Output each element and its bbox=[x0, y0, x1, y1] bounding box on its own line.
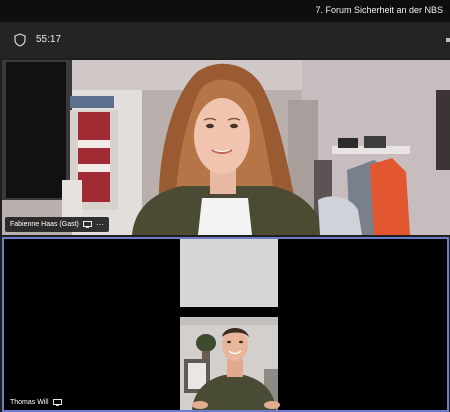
meeting-title: 7. Forum Sicherheit an der NBS bbox=[315, 5, 443, 15]
shield-icon[interactable] bbox=[14, 33, 26, 47]
participant-video-tile-active[interactable]: Thomas Will bbox=[2, 237, 449, 412]
screen-share-icon bbox=[82, 221, 92, 228]
call-toolbar: 55:17 bbox=[0, 22, 450, 58]
participant-name-tag: Thomas Will bbox=[10, 399, 62, 406]
toolbar-edge-button[interactable] bbox=[446, 38, 450, 42]
video-stage: Fabienne Haas (Gast) ··· Thomas Will bbox=[0, 58, 450, 412]
participant-name: Fabienne Haas (Gast) bbox=[10, 221, 79, 228]
window-title-bar: 7. Forum Sicherheit an der NBS bbox=[0, 0, 450, 22]
screen-share-icon bbox=[52, 399, 62, 406]
call-timer: 55:17 bbox=[36, 34, 62, 45]
participant-video-tile[interactable]: Fabienne Haas (Gast) ··· bbox=[2, 60, 450, 235]
participant-video-feed bbox=[4, 239, 447, 410]
more-options-icon[interactable]: ··· bbox=[96, 220, 104, 229]
participant-name: Thomas Will bbox=[10, 399, 49, 406]
participant-video-feed bbox=[2, 60, 450, 235]
participant-name-tag: Fabienne Haas (Gast) ··· bbox=[5, 217, 109, 232]
